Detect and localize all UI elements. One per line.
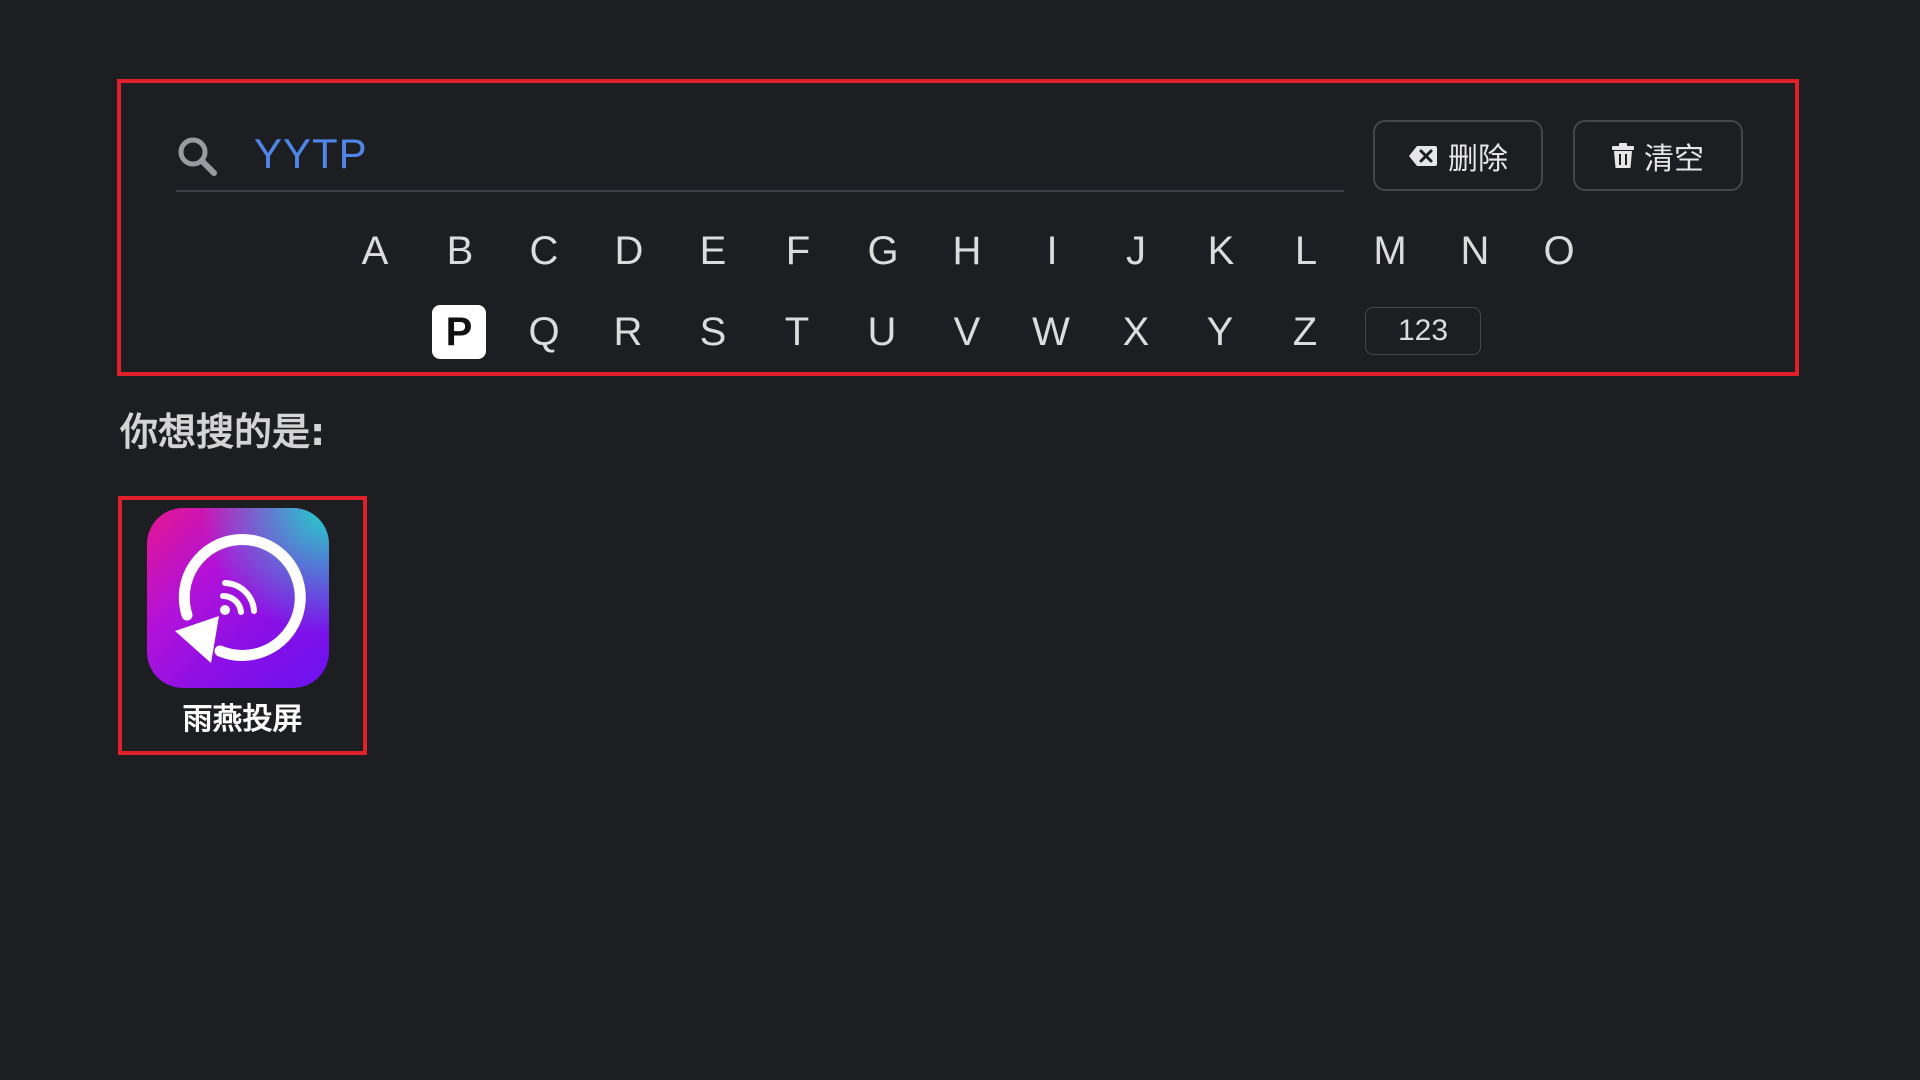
key-m[interactable]: M xyxy=(1363,224,1417,278)
key-t[interactable]: T xyxy=(770,305,824,359)
key-f[interactable]: F xyxy=(771,224,825,278)
key-s[interactable]: S xyxy=(686,305,740,359)
trash-icon xyxy=(1612,142,1634,168)
key-d[interactable]: D xyxy=(602,224,656,278)
search-bar[interactable]: YYTP xyxy=(176,112,1344,192)
screen-cast-app-icon[interactable] xyxy=(147,508,329,688)
search-query[interactable]: YYTP xyxy=(254,128,368,180)
key-a[interactable]: A xyxy=(348,224,402,278)
app-name: 雨燕投屏 xyxy=(182,702,303,737)
delete-button[interactable]: 删除 xyxy=(1373,120,1543,191)
delete-button-label: 删除 xyxy=(1448,141,1508,177)
key-q[interactable]: Q xyxy=(517,305,571,359)
key-y[interactable]: Y xyxy=(1193,305,1247,359)
key-k[interactable]: K xyxy=(1194,224,1248,278)
key-n[interactable]: N xyxy=(1448,224,1502,278)
key-e[interactable]: E xyxy=(686,224,740,278)
key-l[interactable]: L xyxy=(1279,224,1333,278)
key-w[interactable]: W xyxy=(1024,305,1078,359)
backspace-icon xyxy=(1409,145,1437,166)
key-j[interactable]: J xyxy=(1109,224,1163,278)
key-o[interactable]: O xyxy=(1532,224,1586,278)
clear-button-label: 清空 xyxy=(1644,141,1704,177)
key-x[interactable]: X xyxy=(1109,305,1163,359)
key-h[interactable]: H xyxy=(940,224,994,278)
key-v[interactable]: V xyxy=(940,305,994,359)
key-r[interactable]: R xyxy=(601,305,655,359)
suggestions-title: 你想搜的是: xyxy=(120,410,326,454)
key-b[interactable]: B xyxy=(433,224,487,278)
key-u[interactable]: U xyxy=(855,305,909,359)
key-g[interactable]: G xyxy=(856,224,910,278)
key-c[interactable]: C xyxy=(517,224,571,278)
clear-button[interactable]: 清空 xyxy=(1573,120,1743,191)
key-p[interactable]: P xyxy=(432,305,486,359)
search-icon xyxy=(178,137,217,176)
key-i[interactable]: I xyxy=(1025,224,1079,278)
key-z[interactable]: Z xyxy=(1278,305,1332,359)
key-123[interactable]: 123 xyxy=(1365,307,1481,355)
